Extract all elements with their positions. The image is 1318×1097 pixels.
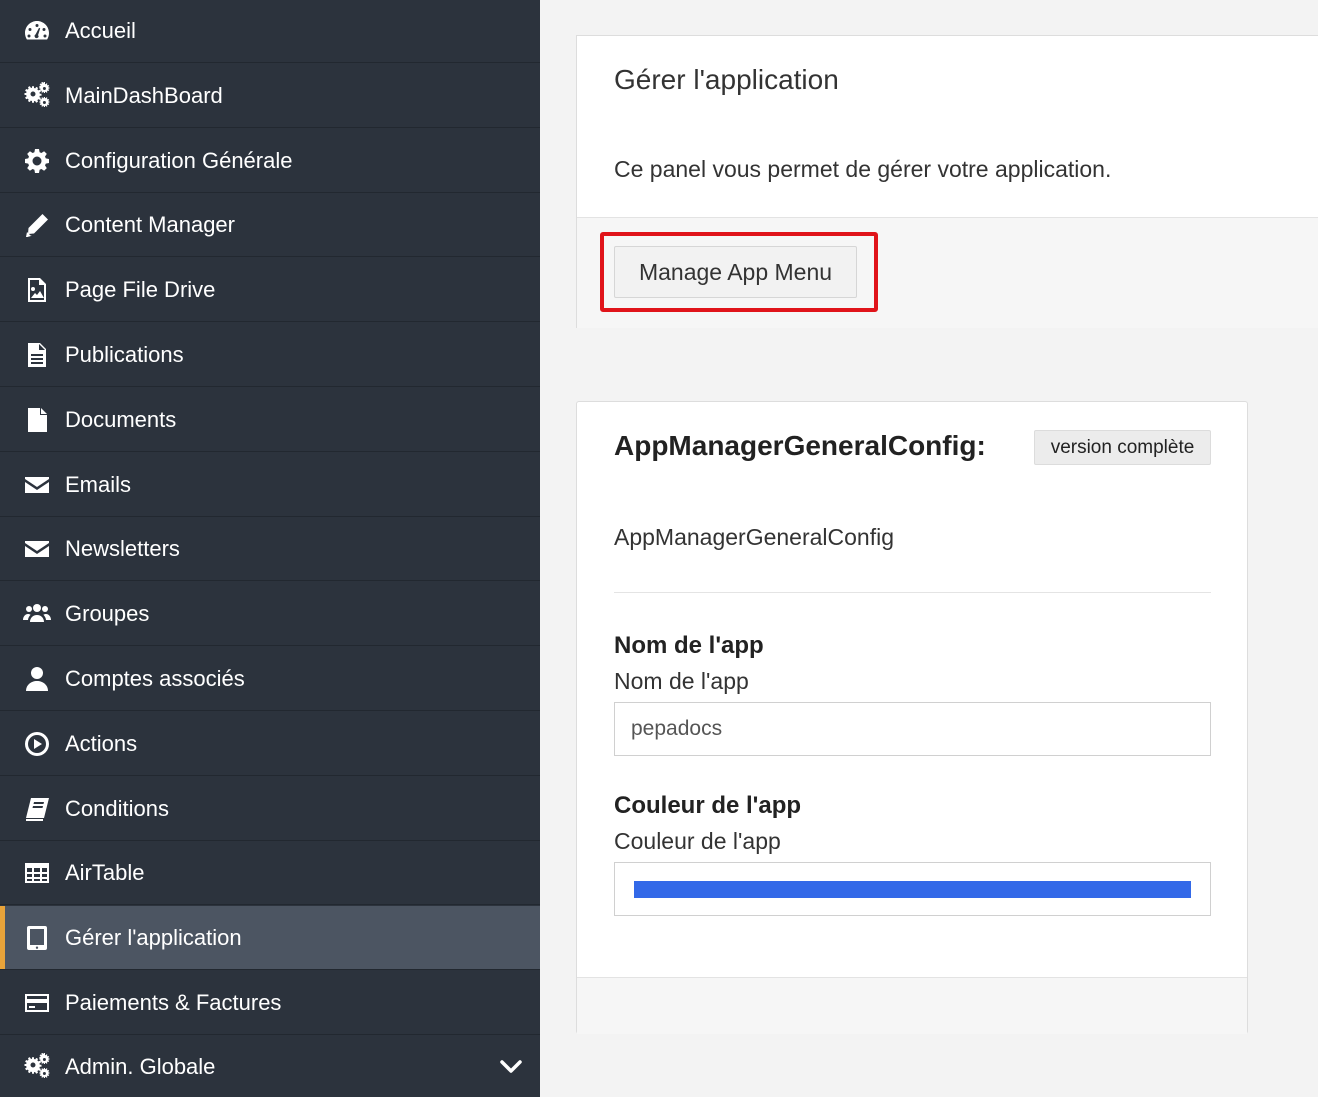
- chevron-down-icon[interactable]: [498, 1054, 524, 1080]
- sidebar-item-label: MainDashBoard: [65, 82, 223, 108]
- sidebar-item-publications[interactable]: Publications: [0, 323, 540, 387]
- sidebar-item-groupes[interactable]: Groupes: [0, 582, 540, 646]
- sidebar-item-label: Conditions: [65, 795, 169, 821]
- play-circle-icon: [22, 729, 52, 759]
- divider: [614, 592, 1211, 593]
- sidebar-item-documents[interactable]: Documents: [0, 388, 540, 452]
- sidebar-item-newsletters[interactable]: Newsletters: [0, 517, 540, 581]
- app-color-input[interactable]: [614, 862, 1211, 916]
- panel-description: Ce panel vous permet de gérer votre appl…: [614, 156, 1112, 182]
- text-file-icon: [22, 340, 52, 370]
- sidebar-item-maindashboard[interactable]: MainDashBoard: [0, 64, 540, 128]
- general-config-panel: AppManagerGeneralConfig: version complèt…: [576, 401, 1248, 1034]
- users-icon: [22, 599, 52, 629]
- sidebar-item-label: Newsletters: [65, 535, 180, 561]
- sidebar-item-actions[interactable]: Actions: [0, 712, 540, 776]
- sidebar-item-page-file-drive[interactable]: Page File Drive: [0, 258, 540, 322]
- sidebar-item-label: Documents: [65, 406, 177, 432]
- sidebar-item-label: Content Manager: [65, 211, 235, 237]
- app-color-label: Couleur de l'app: [614, 792, 802, 819]
- table-icon: [22, 858, 52, 888]
- sidebar-item-label: Groupes: [65, 600, 150, 626]
- app-name-help: Nom de l'app: [614, 668, 749, 694]
- manage-app-menu-button[interactable]: Manage App Menu: [614, 246, 857, 298]
- sidebar-item-label: Paiements & Factures: [65, 989, 282, 1015]
- color-swatch: [634, 881, 1191, 898]
- sidebar-item-label: Gérer l'application: [65, 924, 242, 950]
- panel-footer: Manage App Menu: [577, 217, 1318, 328]
- pencil-icon: [22, 210, 52, 240]
- config-panel-footer: [577, 977, 1247, 1034]
- gear-icon: [22, 146, 52, 176]
- sidebar-item-conditions[interactable]: Conditions: [0, 777, 540, 841]
- sidebar: Accueil MainDashBoard Configuration Généra…: [0, 0, 540, 1097]
- version-badge[interactable]: version complète: [1034, 430, 1211, 465]
- sidebar-item-label: Publications: [65, 341, 184, 367]
- sidebar-item-label: Page File Drive: [65, 276, 216, 302]
- dashboard-icon: [22, 16, 52, 46]
- app-color-help: Couleur de l'app: [614, 828, 781, 854]
- credit-card-icon: [22, 988, 52, 1018]
- user-icon: [22, 664, 52, 694]
- gears-icon: [22, 1052, 52, 1082]
- image-file-icon: [22, 275, 52, 305]
- tablet-icon: [22, 923, 52, 953]
- sidebar-item-label: Configuration Générale: [65, 147, 293, 173]
- sidebar-item-airtable[interactable]: AirTable: [0, 841, 540, 905]
- sidebar-item-accueil[interactable]: Accueil: [0, 0, 540, 63]
- sidebar-item-admin-globale[interactable]: Admin. Globale: [0, 1036, 540, 1097]
- file-icon: [22, 405, 52, 435]
- sidebar-item-emails[interactable]: Emails: [0, 453, 540, 517]
- gears-icon: [22, 81, 52, 111]
- envelope-icon: [22, 470, 52, 500]
- sidebar-item-label: Actions: [65, 730, 138, 756]
- sidebar-item-label: AirTable: [65, 859, 145, 885]
- config-title: AppManagerGeneralConfig:: [614, 430, 986, 461]
- sidebar-item-label: Comptes associés: [65, 665, 245, 691]
- config-subtitle: AppManagerGeneralConfig: [614, 524, 895, 550]
- sidebar-item-comptes-associ-s[interactable]: Comptes associés: [0, 647, 540, 711]
- manage-app-panel: Gérer l'application Ce panel vous permet…: [576, 35, 1318, 328]
- sidebar-item-g-rer-l-application[interactable]: Gérer l'application: [0, 906, 540, 970]
- sidebar-item-configuration-g-n-rale[interactable]: Configuration Générale: [0, 129, 540, 193]
- app-name-input[interactable]: [614, 702, 1211, 756]
- book-icon: [22, 794, 52, 824]
- sidebar-item-content-manager[interactable]: Content Manager: [0, 193, 540, 257]
- app-name-label: Nom de l'app: [614, 632, 764, 659]
- sidebar-item-paiements-factures[interactable]: Paiements & Factures: [0, 971, 540, 1035]
- envelope-icon: [22, 534, 52, 564]
- sidebar-item-label: Emails: [65, 471, 132, 497]
- sidebar-item-label: Accueil: [65, 18, 136, 43]
- sidebar-item-label: Admin. Globale: [65, 1053, 216, 1079]
- panel-title: Gérer l'application: [614, 64, 839, 95]
